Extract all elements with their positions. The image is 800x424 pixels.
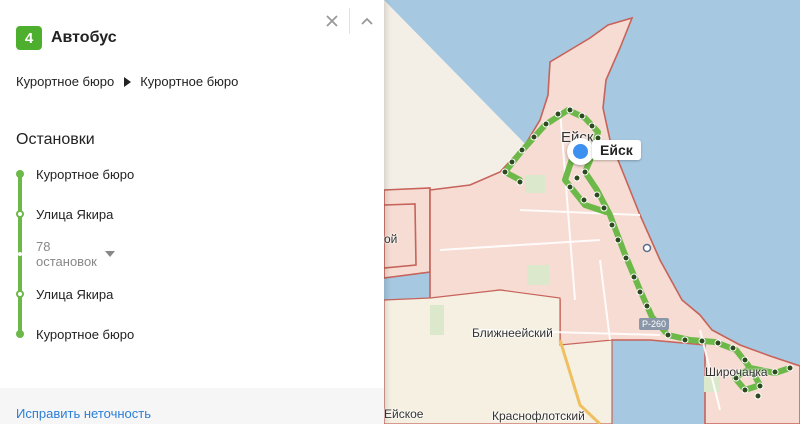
- stop-name: Улица Якира: [36, 206, 114, 222]
- stops-collapsed-count: 78 остановок: [36, 239, 97, 269]
- stop-name: Улица Якира: [36, 286, 114, 302]
- report-inaccuracy-link[interactable]: Исправить неточность: [16, 406, 151, 421]
- close-icon: [326, 15, 338, 27]
- stops-section-title: Остановки: [16, 131, 95, 148]
- map-label-left-partial: ой: [384, 232, 398, 246]
- road-number-badge: Р-260: [639, 318, 670, 330]
- route-from: Курортное бюро: [16, 74, 115, 89]
- stop-marker-small: [18, 252, 22, 256]
- city-pin-icon[interactable]: [567, 138, 594, 165]
- route-number-badge: 4: [16, 26, 42, 50]
- transport-type-title: Автобус: [51, 29, 117, 46]
- triangle-right-icon: [124, 76, 132, 87]
- route-info-panel: 4 Автобус Курортное бюро Курортное бюро …: [0, 0, 384, 424]
- stop-marker-hollow: [16, 290, 24, 298]
- stops-collapsed-toggle[interactable]: 78 остановок: [36, 239, 115, 269]
- map-label-shirochanka: Широчанка: [705, 365, 768, 379]
- city-name-label[interactable]: Ейск: [592, 140, 641, 160]
- panel-controls: [315, 6, 384, 36]
- triangle-down-icon: [104, 251, 115, 257]
- map-label-krasnoflotsky: Краснофлотский: [492, 409, 585, 423]
- map-label-blizhneeysky: Ближнеейский: [472, 326, 553, 340]
- stop-marker-filled: [16, 170, 24, 178]
- stop-name: Курортное бюро: [36, 166, 135, 182]
- route-header: 4 Автобус: [16, 26, 117, 50]
- chevron-up-icon: [361, 17, 373, 25]
- stop-marker-filled: [16, 330, 24, 338]
- route-to: Курортное бюро: [140, 74, 239, 89]
- route-direction: Курортное бюро Курортное бюро: [16, 74, 238, 89]
- collapse-button[interactable]: [350, 6, 384, 36]
- map-poi-marker[interactable]: [642, 243, 652, 253]
- close-button[interactable]: [315, 6, 349, 36]
- map-label-eyskoe: Ейское: [384, 407, 424, 421]
- stop-marker-hollow: [16, 210, 24, 218]
- stop-name: Курортное бюро: [36, 326, 135, 342]
